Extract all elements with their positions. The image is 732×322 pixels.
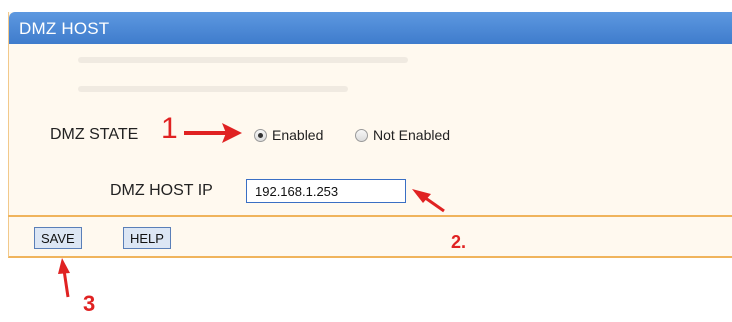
footer-divider: [8, 215, 732, 217]
panel-title: DMZ HOST: [19, 19, 110, 38]
help-button[interactable]: HELP: [123, 227, 171, 249]
radio-enabled-button[interactable]: [254, 128, 267, 142]
radio-not-enabled-label: Not Enabled: [373, 127, 451, 143]
panel-header: DMZ HOST: [9, 12, 732, 44]
dmz-host-ip-input[interactable]: [246, 179, 406, 203]
radio-not-enabled-button[interactable]: [355, 128, 368, 142]
blurred-description-line: [78, 86, 348, 92]
save-button[interactable]: SAVE: [34, 227, 82, 249]
dmz-host-ip-label: DMZ HOST IP: [110, 182, 213, 199]
annotation-step-1: 1: [161, 112, 178, 145]
annotation-step-2: 2.: [451, 232, 467, 252]
blurred-description-line: [78, 57, 408, 63]
dmz-state-label: DMZ STATE: [50, 126, 139, 143]
radio-enabled-label: Enabled: [272, 127, 324, 143]
radio-not-enabled[interactable]: Not Enabled: [355, 127, 450, 143]
annotation-step-3: 3: [83, 291, 96, 316]
radio-enabled[interactable]: Enabled: [254, 127, 323, 143]
dmz-host-page: DMZ HOST DMZ STATE Enabled Not Enabled D…: [0, 0, 732, 322]
arrow-to-save-icon: [58, 258, 70, 298]
